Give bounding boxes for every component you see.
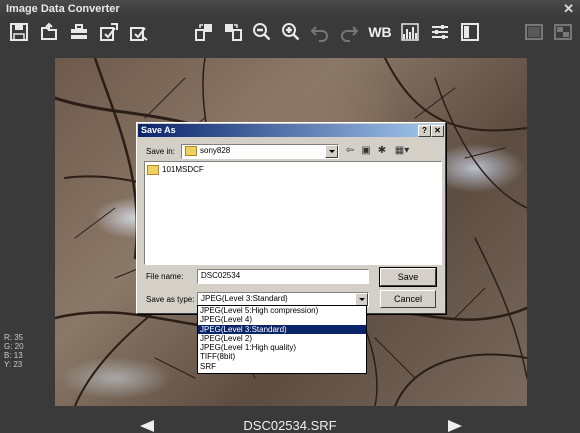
file-name-value: DSC02534: [201, 271, 241, 280]
batch-icon[interactable]: [68, 21, 90, 43]
folder-name: 101MSDCF: [162, 165, 204, 175]
white-balance-button[interactable]: WB: [367, 21, 393, 43]
file-list[interactable]: 101MSDCF: [144, 161, 442, 265]
redo-icon[interactable]: [338, 21, 360, 43]
type-option[interactable]: SRF: [198, 362, 366, 371]
app-titlebar: Image Data Converter ✕: [0, 0, 580, 18]
dialog-title: Save As: [141, 125, 176, 135]
save-as-dialog: Save As ? ✕ Save in: sony828 ⇦ ▣ ✱ ▦▾ 10…: [136, 122, 446, 314]
zoom-out-icon[interactable]: [251, 21, 273, 43]
image-filename: DSC02534.SRF: [243, 418, 337, 433]
file-name-label: File name:: [146, 272, 184, 281]
histogram-icon[interactable]: [399, 21, 421, 43]
save-as-type-label: Save as type:: [146, 295, 195, 304]
type-option[interactable]: JPEG(Level 4): [198, 315, 366, 324]
save-in-value: sony828: [200, 146, 231, 156]
folder-icon: [185, 146, 197, 156]
undo-icon[interactable]: [309, 21, 331, 43]
dialog-close-button[interactable]: ✕: [431, 125, 444, 137]
panel-icon[interactable]: [459, 21, 481, 43]
save-in-label: Save in:: [146, 147, 175, 156]
type-option[interactable]: JPEG(Level 2): [198, 334, 366, 343]
view-menu-icon[interactable]: ▦▾: [393, 145, 411, 157]
readout-b: B: 13: [4, 351, 23, 360]
export-icon[interactable]: [128, 21, 150, 43]
previous-image-icon[interactable]: [140, 420, 154, 432]
readout-g: G: 20: [4, 342, 24, 351]
folder-icon: [147, 165, 159, 175]
toolbar: WB: [0, 18, 580, 48]
back-icon[interactable]: ⇦: [343, 145, 357, 157]
dialog-titlebar: Save As ? ✕: [138, 124, 444, 137]
type-option[interactable]: JPEG(Level 5:High compression): [198, 306, 366, 315]
save-in-combo[interactable]: sony828: [181, 144, 339, 159]
color-readout: R: 35 G: 20 B: 13 Y: 23: [4, 333, 24, 369]
list-item[interactable]: 101MSDCF: [147, 165, 204, 175]
open-icon[interactable]: [38, 21, 60, 43]
next-image-icon[interactable]: [448, 420, 462, 432]
zoom-in-icon[interactable]: [280, 21, 302, 43]
chevron-down-icon[interactable]: [325, 145, 338, 158]
convert-icon[interactable]: [98, 21, 120, 43]
help-button[interactable]: ?: [418, 125, 431, 137]
compare-icon[interactable]: [193, 21, 215, 43]
type-option[interactable]: JPEG(Level 3:Standard): [198, 324, 366, 334]
readout-r: R: 35: [4, 333, 24, 342]
save-icon[interactable]: [8, 21, 30, 43]
app-title: Image Data Converter: [6, 3, 120, 15]
save-as-type-options: JPEG(Level 5:High compression) JPEG(Leve…: [197, 305, 367, 374]
readout-y: Y: 23: [4, 360, 23, 369]
file-name-field[interactable]: DSC02534: [197, 269, 369, 284]
save-as-type-value: JPEG(Level 3:Standard): [201, 294, 288, 303]
type-option[interactable]: TIFF(8bit): [198, 352, 366, 361]
adjust-icon[interactable]: [429, 21, 451, 43]
type-option[interactable]: JPEG(Level 1:High quality): [198, 343, 366, 352]
app-close-button[interactable]: ✕: [563, 1, 574, 17]
save-button[interactable]: Save: [379, 267, 437, 287]
view2-icon[interactable]: [552, 21, 574, 43]
new-folder-icon[interactable]: ✱: [375, 145, 389, 157]
cancel-button[interactable]: Cancel: [380, 290, 436, 308]
up-folder-icon[interactable]: ▣: [359, 145, 373, 157]
view1-icon[interactable]: [523, 21, 545, 43]
compare2-icon[interactable]: [222, 21, 244, 43]
